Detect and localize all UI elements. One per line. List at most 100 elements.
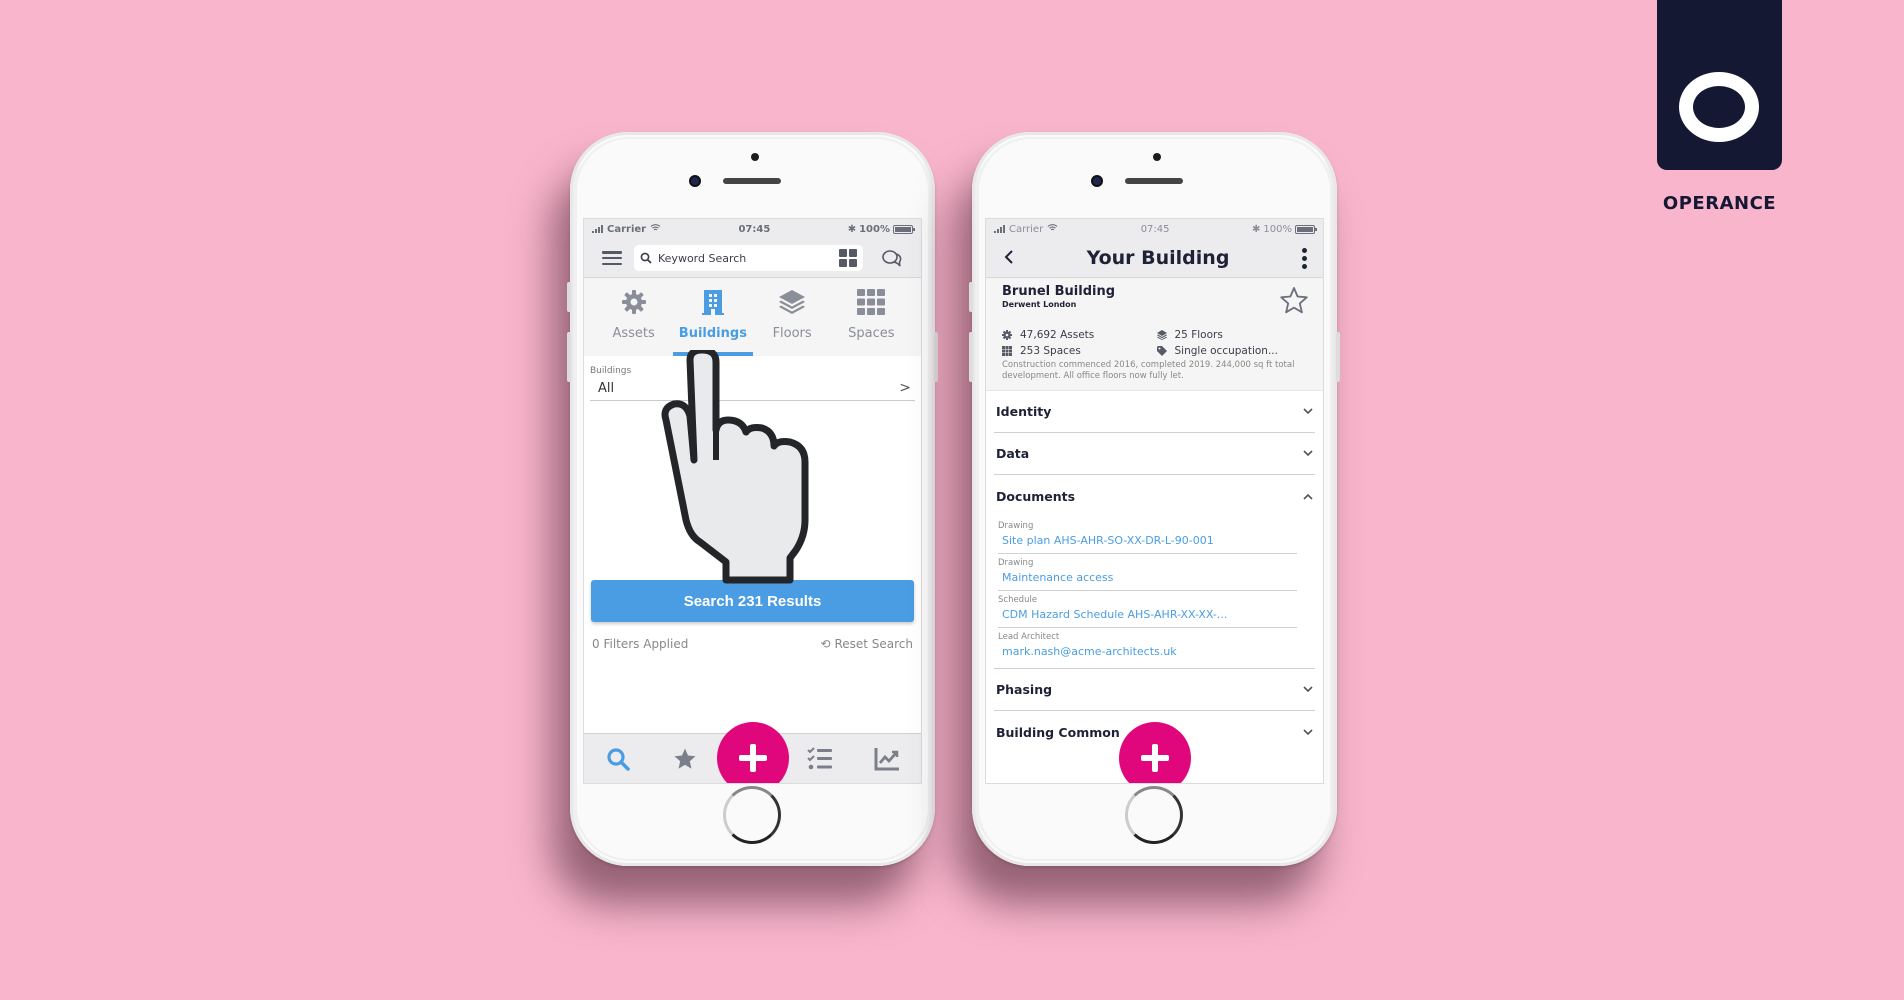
side-button xyxy=(567,282,571,312)
wifi-icon xyxy=(650,223,661,235)
wifi-icon xyxy=(1047,223,1058,235)
home-button[interactable] xyxy=(1125,786,1183,844)
stat-text: Single occupation... xyxy=(1174,345,1278,357)
stat-text: 47,692 Assets xyxy=(1020,329,1095,341)
back-button[interactable] xyxy=(1004,246,1014,270)
section-identity[interactable]: Identity xyxy=(994,391,1315,433)
document-link[interactable]: CDM Hazard Schedule AHS-AHR-XX-XX-... xyxy=(998,608,1297,621)
document-type: Drawing xyxy=(998,521,1034,531)
tag-icon xyxy=(1156,346,1167,356)
side-button xyxy=(1336,332,1340,382)
document-type: Schedule xyxy=(998,595,1038,605)
accordion: Identity Data Documents Drawing Site pla… xyxy=(994,391,1315,753)
document-link[interactable]: Maintenance access xyxy=(998,571,1297,584)
status-bar: Carrier 07:45 ✱ 100% xyxy=(986,219,1323,239)
document-item: Lead Architect mark.nash@acme-architects… xyxy=(998,628,1297,668)
section-documents[interactable]: Documents xyxy=(994,475,1315,517)
layers-icon xyxy=(1156,330,1167,340)
filters-row: 0 Filters Applied ⟲ Reset Search xyxy=(592,637,913,651)
logo-o-icon xyxy=(1679,72,1759,142)
plus-icon xyxy=(1141,744,1169,772)
carrier-label: Carrier xyxy=(607,223,647,235)
search-icon xyxy=(640,252,652,264)
layers-icon xyxy=(778,286,806,318)
chevron-down-icon xyxy=(1303,450,1313,457)
section-data[interactable]: Data xyxy=(994,433,1315,475)
favourite-star-icon[interactable] xyxy=(1279,286,1309,314)
building-owner: Derwent London xyxy=(1002,300,1077,309)
chart-icon xyxy=(874,747,900,770)
chevron-up-icon xyxy=(1303,493,1313,500)
clock: 07:45 xyxy=(1140,223,1170,235)
battery-icon xyxy=(892,224,915,234)
category-tabs: Assets Buildings Floors Spaces xyxy=(584,278,921,356)
menu-icon[interactable] xyxy=(602,251,622,265)
document-link[interactable]: mark.nash@acme-architects.uk xyxy=(998,645,1297,658)
status-bar: Carrier 07:45 ✱ 100% xyxy=(584,219,921,239)
add-button[interactable] xyxy=(1119,722,1191,783)
tab-assets[interactable]: Assets xyxy=(594,278,673,356)
keyword-search-input[interactable]: Keyword Search xyxy=(634,245,863,271)
earpiece-speaker xyxy=(723,178,781,184)
chevron-right-icon: > xyxy=(899,380,911,396)
phone-right: Carrier 07:45 ✱ 100% Your Building Brune… xyxy=(969,132,1340,866)
reset-icon: ⟲ xyxy=(820,637,831,651)
reset-label: Reset Search xyxy=(834,637,913,651)
document-type: Drawing xyxy=(998,558,1034,568)
more-options-icon[interactable] xyxy=(1301,247,1307,269)
signal-icon xyxy=(592,225,603,233)
brand-name: OPERANCE xyxy=(1662,193,1777,214)
battery-icon xyxy=(1294,224,1317,234)
building-header: Brunel Building Derwent London 47,692 As… xyxy=(986,278,1323,391)
section-phasing[interactable]: Phasing xyxy=(994,669,1315,711)
nav-reports[interactable] xyxy=(867,739,907,779)
side-button xyxy=(934,332,938,382)
chevron-left-icon xyxy=(1004,250,1013,264)
filters-applied: 0 Filters Applied xyxy=(592,637,689,651)
earpiece-speaker xyxy=(1125,178,1183,184)
stat-occupation: Single occupation... xyxy=(1156,345,1312,357)
nav-search[interactable] xyxy=(598,739,638,779)
nav-favourites[interactable] xyxy=(665,739,705,779)
search-placeholder: Keyword Search xyxy=(658,251,747,265)
section-label: Documents xyxy=(996,488,1076,504)
stat-spaces: 253 Spaces xyxy=(1002,345,1157,357)
documents-list: Drawing Site plan AHS-AHR-SO-XX-DR-L-90-… xyxy=(994,517,1315,669)
battery-percent: 100% xyxy=(859,223,890,235)
tab-spaces[interactable]: Spaces xyxy=(832,278,911,356)
search-icon xyxy=(607,747,630,771)
add-button[interactable] xyxy=(717,722,789,783)
screen-building-detail: Carrier 07:45 ✱ 100% Your Building Brune… xyxy=(985,218,1324,784)
tab-floors[interactable]: Floors xyxy=(753,278,832,356)
operance-logo xyxy=(1657,0,1782,170)
document-link[interactable]: Site plan AHS-AHR-SO-XX-DR-L-90-001 xyxy=(998,534,1297,547)
stat-assets: 47,692 Assets xyxy=(1002,329,1157,341)
plus-icon xyxy=(739,744,767,772)
bluetooth-icon: ✱ xyxy=(1252,223,1261,235)
signal-icon xyxy=(994,225,1005,233)
page-title: Your Building xyxy=(1086,247,1230,269)
clock: 07:45 xyxy=(738,223,771,235)
building-icon xyxy=(701,286,724,318)
side-button xyxy=(567,332,571,382)
qr-code-icon[interactable] xyxy=(839,249,857,267)
battery-percent: 100% xyxy=(1263,223,1292,235)
pointing-hand-icon xyxy=(661,350,809,584)
tab-label: Floors xyxy=(772,326,812,341)
bluetooth-icon: ✱ xyxy=(847,223,857,235)
nav-tasks[interactable] xyxy=(800,739,840,779)
stat-text: 25 Floors xyxy=(1174,329,1223,341)
tab-buildings[interactable]: Buildings xyxy=(673,278,753,356)
reset-search-button[interactable]: ⟲ Reset Search xyxy=(820,637,913,651)
proximity-sensor xyxy=(751,153,759,161)
front-camera xyxy=(689,175,701,187)
section-label: Building Common xyxy=(996,724,1120,740)
home-button[interactable] xyxy=(723,786,781,844)
chevron-down-icon xyxy=(1303,728,1313,735)
proximity-sensor xyxy=(1153,153,1161,161)
tab-label: Assets xyxy=(612,326,655,341)
stat-floors: 25 Floors xyxy=(1156,329,1312,341)
stat-text: 253 Spaces xyxy=(1020,345,1081,357)
building-description: Construction commenced 2016, completed 2… xyxy=(1002,360,1295,382)
chat-icon[interactable] xyxy=(881,248,903,268)
